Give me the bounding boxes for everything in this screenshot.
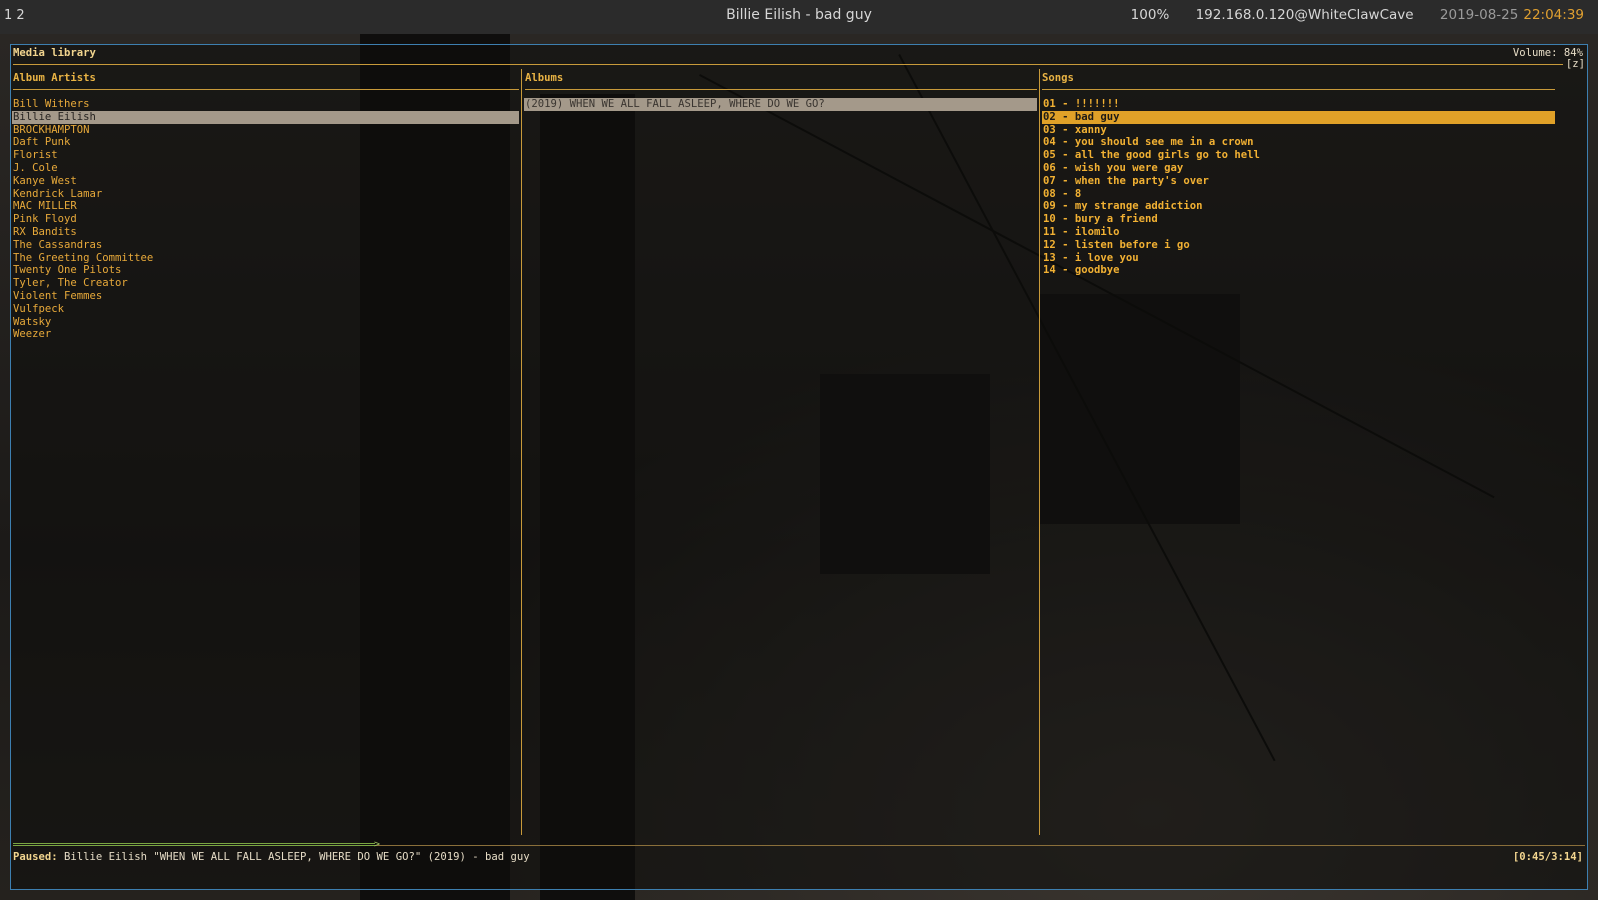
now-playing-track: Billie Eilish "WHEN WE ALL FALL ASLEEP, … bbox=[57, 851, 530, 863]
screen-title: Media library bbox=[13, 47, 96, 59]
artist-list-item[interactable]: Billie Eilish bbox=[12, 110, 519, 124]
artist-list-item[interactable]: J. Cole bbox=[12, 162, 519, 175]
song-list-item[interactable]: 07 - when the party's over bbox=[1042, 175, 1555, 188]
artist-list-item[interactable]: Twenty One Pilots bbox=[12, 264, 519, 277]
playback-progress-bar[interactable] bbox=[13, 843, 375, 846]
song-list-item[interactable]: 11 - ilomilo bbox=[1042, 226, 1555, 239]
artist-list-item[interactable]: The Greeting Committee bbox=[12, 252, 519, 265]
playback-state: Paused: bbox=[13, 851, 58, 863]
artist-list[interactable]: Bill Withers Billie Eilish BROCKHAMPTON Daf… bbox=[12, 98, 519, 341]
artist-list-item[interactable]: MAC MILLER bbox=[12, 200, 519, 213]
artist-list-item[interactable]: Florist bbox=[12, 149, 519, 162]
artist-list-item[interactable]: Bill Withers bbox=[12, 98, 519, 111]
artist-list-item[interactable]: Watsky bbox=[12, 316, 519, 329]
now-playing-status: Paused: Billie Eilish "WHEN WE ALL FALL … bbox=[13, 851, 530, 864]
song-list-item[interactable]: 13 - i love you bbox=[1042, 252, 1555, 265]
song-list-item[interactable]: 05 - all the good girls go to hell bbox=[1042, 149, 1555, 162]
artist-list-item[interactable]: Violent Femmes bbox=[12, 290, 519, 303]
song-list-item[interactable]: 01 - !!!!!!! bbox=[1042, 98, 1555, 111]
artist-list-item[interactable]: RX Bandits bbox=[12, 226, 519, 239]
artist-list-item[interactable]: Vulfpeck bbox=[12, 303, 519, 316]
clock-time: 22:04:39 bbox=[1523, 7, 1584, 23]
network-host: 192.168.0.120@WhiteClawCave bbox=[1195, 7, 1414, 23]
terminal-window[interactable]: Media library Volume: 84% [z] Album Arti… bbox=[10, 44, 1588, 890]
artist-list-item[interactable]: Weezer bbox=[12, 328, 519, 341]
artist-list-item[interactable]: The Cassandras bbox=[12, 239, 519, 252]
song-list-item[interactable]: 08 - 8 bbox=[1042, 188, 1555, 201]
artist-list-item[interactable]: Kanye West bbox=[12, 175, 519, 188]
clock-date: 2019-08-25 bbox=[1439, 7, 1519, 23]
elapsed-time: [0:45/3:14] bbox=[1512, 851, 1583, 863]
column-divider-songs bbox=[1042, 89, 1555, 90]
column-divider-artists bbox=[13, 89, 519, 90]
song-list-item[interactable]: 06 - wish you were gay bbox=[1042, 162, 1555, 175]
artist-list-item[interactable]: Pink Floyd bbox=[12, 213, 519, 226]
artist-list-item[interactable]: BROCKHAMPTON bbox=[12, 124, 519, 137]
album-list-item[interactable]: (2019) WHEN WE ALL FALL ASLEEP, WHERE DO… bbox=[524, 98, 1037, 111]
header-divider bbox=[13, 64, 1563, 65]
column-header-songs: Songs bbox=[1042, 72, 1074, 84]
artist-list-item[interactable]: Tyler, The Creator bbox=[12, 277, 519, 290]
column-separator bbox=[1039, 69, 1040, 835]
song-list[interactable]: 01 - !!!!!!! 02 - bad guy 03 - xanny 04 - y… bbox=[1042, 98, 1555, 277]
artist-list-item[interactable]: Daft Punk bbox=[12, 136, 519, 149]
column-header-albums: Albums bbox=[525, 72, 564, 84]
song-list-item[interactable]: 10 - bury a friend bbox=[1042, 213, 1555, 226]
artist-list-item[interactable]: Kendrick Lamar bbox=[12, 188, 519, 201]
song-list-item[interactable]: 09 - my strange addiction bbox=[1042, 200, 1555, 213]
song-list-item[interactable]: 02 - bad guy bbox=[1042, 110, 1555, 124]
mode-indicator: [z] bbox=[1565, 58, 1585, 70]
song-list-item[interactable]: 12 - listen before i go bbox=[1042, 239, 1555, 252]
song-list-item[interactable]: 04 - you should see me in a crown bbox=[1042, 136, 1555, 149]
song-list-item[interactable]: 03 - xanny bbox=[1042, 124, 1555, 137]
progress-head-icon: > bbox=[374, 839, 381, 850]
battery-level: 100% bbox=[1130, 7, 1170, 23]
column-separator bbox=[521, 69, 522, 835]
column-header-artists: Album Artists bbox=[13, 72, 96, 84]
system-tray: 100% 192.168.0.120@WhiteClawCave 2019-08… bbox=[1109, 7, 1584, 23]
album-list[interactable]: (2019) WHEN WE ALL FALL ASLEEP, WHERE DO… bbox=[524, 98, 1037, 111]
column-divider-albums bbox=[525, 89, 1037, 90]
song-list-item[interactable]: 14 - goodbye bbox=[1042, 264, 1555, 277]
top-status-bar: 1 2 Billie Eilish - bad guy 100% 192.168… bbox=[0, 0, 1598, 34]
